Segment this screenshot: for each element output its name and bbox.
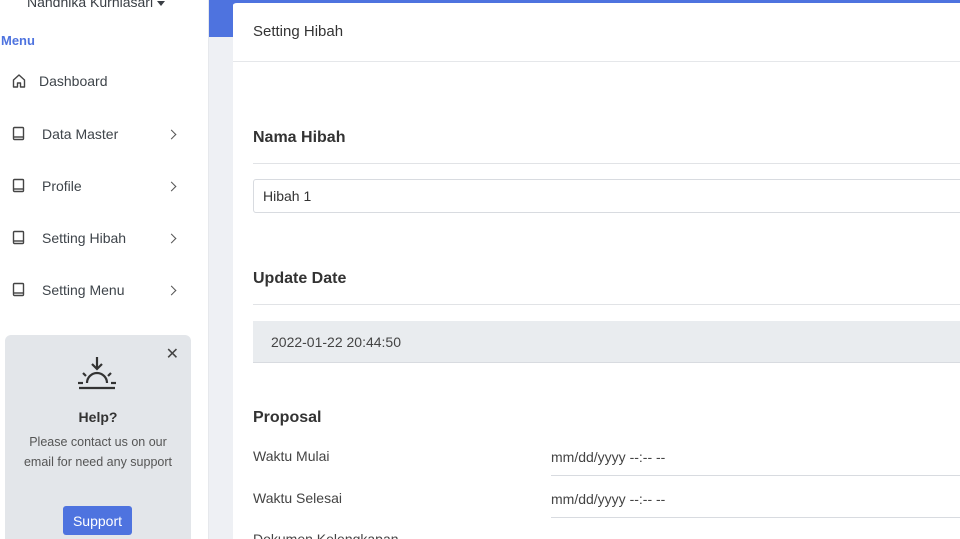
- update-date-heading: Update Date: [253, 270, 347, 287]
- close-icon[interactable]: ✕: [166, 347, 179, 363]
- menu-heading: Menu: [1, 33, 35, 48]
- support-button[interactable]: Support: [63, 506, 132, 535]
- sidebar-item-label: Setting Hibah: [42, 230, 127, 246]
- book-icon: [12, 126, 25, 141]
- waktu-selesai-label: Waktu Selesai: [253, 490, 342, 506]
- user-name: Nandhika Kurniasari: [27, 0, 154, 10]
- divider: [233, 61, 960, 62]
- help-title: Help?: [78, 409, 118, 425]
- dokumen-label: Dokumen Kelengkapan: [253, 531, 399, 539]
- sidebar-item-label: Data Master: [42, 126, 119, 142]
- user-menu[interactable]: Nandhika Kurniasari: [27, 0, 166, 10]
- setting-hibah-card: Setting Hibah Nama Hibah Update Date 202…: [233, 1, 960, 539]
- sidebar-item-data-master[interactable]: Data Master: [0, 114, 190, 154]
- sidebar-item-label: Dashboard: [39, 73, 108, 89]
- sidebar-item-profile[interactable]: Profile: [0, 166, 190, 206]
- card-title: Setting Hibah: [253, 23, 344, 40]
- sunrise-icon: [78, 357, 116, 390]
- update-date-field: 2022-01-22 20:44:50: [253, 321, 960, 363]
- sidebar-item-label: Setting Menu: [42, 282, 125, 298]
- waktu-selesai-input[interactable]: mm/dd/yyyy --:-- --: [551, 488, 960, 518]
- nama-hibah-input[interactable]: [253, 179, 960, 213]
- help-card: ✕ Help? Please contact us on our email f…: [5, 335, 191, 539]
- sidebar-item-label: Profile: [42, 178, 82, 194]
- proposal-heading: Proposal: [253, 409, 322, 426]
- chevron-right-icon: [166, 233, 177, 243]
- chevron-right-icon: [166, 181, 177, 191]
- help-text: Please contact us on our email for need …: [23, 435, 172, 469]
- caret-down-icon: [157, 0, 166, 6]
- chevron-right-icon: [166, 285, 177, 295]
- waktu-mulai-label: Waktu Mulai: [253, 448, 330, 464]
- waktu-mulai-input[interactable]: mm/dd/yyyy --:-- --: [551, 446, 960, 476]
- book-icon: [12, 178, 25, 193]
- sidebar-item-setting-hibah[interactable]: Setting Hibah: [0, 218, 190, 258]
- home-icon: [12, 74, 26, 88]
- book-icon: [12, 230, 25, 245]
- sidebar-item-dashboard[interactable]: Dashboard: [0, 61, 190, 101]
- nama-hibah-heading: Nama Hibah: [253, 129, 346, 146]
- sidebar: Nandhika Kurniasari Menu Dashboard Data …: [0, 0, 209, 539]
- book-icon: [12, 282, 25, 297]
- chevron-right-icon: [166, 129, 177, 139]
- sidebar-item-setting-menu[interactable]: Setting Menu: [0, 270, 190, 310]
- divider: [253, 304, 960, 305]
- divider: [253, 163, 960, 164]
